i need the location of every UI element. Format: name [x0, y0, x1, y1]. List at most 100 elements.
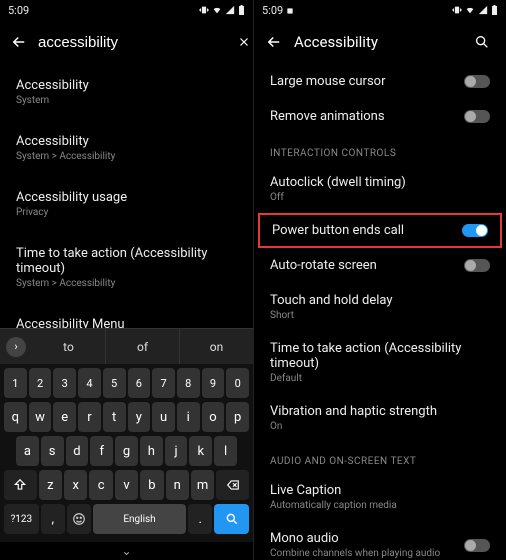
status-time: 5:09: [262, 4, 294, 17]
key-u[interactable]: u: [152, 402, 175, 432]
key-space[interactable]: English: [93, 504, 186, 534]
toggle-switch[interactable]: [464, 539, 490, 552]
keyboard: 1 2 3 4 5 6 7 8 9 0 q w e r t y u i o p …: [0, 364, 253, 542]
setting-power-button-ends-call[interactable]: Power button ends call: [258, 213, 502, 248]
suggestion[interactable]: on: [180, 329, 253, 365]
key-backspace[interactable]: [216, 470, 249, 500]
status-icons: [452, 5, 498, 15]
setting-subtitle: On: [270, 421, 490, 432]
search-icon: [225, 512, 239, 526]
key-e[interactable]: e: [53, 402, 76, 432]
emoji-icon: [72, 512, 86, 526]
key-r[interactable]: r: [78, 402, 101, 432]
setting-live-caption[interactable]: Live Caption Automatically caption media: [254, 473, 506, 521]
key-5[interactable]: 5: [103, 368, 126, 398]
setting-subtitle: Off: [270, 192, 490, 203]
search-icon: [474, 34, 490, 50]
toggle-switch[interactable]: [462, 224, 488, 237]
search-result[interactable]: Time to take action (Accessibility timeo…: [0, 232, 253, 303]
toggle-switch[interactable]: [464, 75, 490, 88]
key-w[interactable]: w: [29, 402, 52, 432]
setting-title: Auto-rotate screen: [270, 258, 464, 273]
setting-title: Large mouse cursor: [270, 74, 464, 89]
setting-large-mouse-cursor[interactable]: Large mouse cursor: [254, 64, 506, 99]
key-8[interactable]: 8: [177, 368, 200, 398]
search-button[interactable]: [468, 28, 496, 56]
setting-remove-animations[interactable]: Remove animations: [254, 99, 506, 134]
key-n[interactable]: n: [166, 470, 189, 500]
vibrate-icon: [199, 5, 209, 15]
status-bar: 5:09: [254, 0, 506, 20]
suggestion-expand-button[interactable]: ›: [0, 331, 32, 363]
result-subtitle: System > Accessibility: [16, 278, 237, 289]
setting-vibration-haptic[interactable]: Vibration and haptic strength On: [254, 394, 506, 442]
key-t[interactable]: t: [103, 402, 126, 432]
key-p[interactable]: p: [226, 402, 249, 432]
key-2[interactable]: 2: [29, 368, 52, 398]
setting-time-to-take-action[interactable]: Time to take action (Accessibility timeo…: [254, 331, 506, 394]
setting-touch-hold-delay[interactable]: Touch and hold delay Short: [254, 283, 506, 331]
screenshot-icon: [286, 7, 294, 15]
setting-title: Vibration and haptic strength: [270, 404, 490, 419]
search-input[interactable]: [38, 34, 237, 51]
key-comma[interactable]: ,: [41, 504, 65, 534]
key-i[interactable]: i: [177, 402, 200, 432]
key-l[interactable]: l: [214, 436, 237, 466]
toggle-switch[interactable]: [464, 259, 490, 272]
key-m[interactable]: m: [191, 470, 214, 500]
key-y[interactable]: y: [128, 402, 151, 432]
key-emoji[interactable]: [67, 504, 91, 534]
key-h[interactable]: h: [140, 436, 163, 466]
key-0[interactable]: 0: [226, 368, 249, 398]
key-b[interactable]: b: [140, 470, 163, 500]
status-time: 5:09: [8, 4, 29, 17]
section-header: INTERACTION CONTROLS: [254, 134, 506, 165]
clear-search-button[interactable]: [237, 28, 251, 56]
key-3[interactable]: 3: [53, 368, 76, 398]
key-x[interactable]: x: [64, 470, 87, 500]
key-1[interactable]: 1: [4, 368, 27, 398]
key-j[interactable]: j: [165, 436, 188, 466]
key-6[interactable]: 6: [128, 368, 151, 398]
setting-autoclick[interactable]: Autoclick (dwell timing) Off: [254, 165, 506, 213]
key-a[interactable]: a: [16, 436, 39, 466]
key-shift[interactable]: [4, 470, 37, 500]
suggestion[interactable]: to: [32, 329, 106, 365]
search-result[interactable]: Accessibility System > Accessibility: [0, 120, 253, 176]
key-4[interactable]: 4: [78, 368, 101, 398]
result-title: Accessibility: [16, 134, 237, 149]
search-result[interactable]: Accessibility Menu System > Accessibilit…: [0, 303, 253, 328]
setting-auto-rotate[interactable]: Auto-rotate screen: [254, 248, 506, 283]
search-result[interactable]: Accessibility System: [0, 64, 253, 120]
setting-mono-audio[interactable]: Mono audio Combine channels when playing…: [254, 521, 506, 560]
key-k[interactable]: k: [189, 436, 212, 466]
key-s[interactable]: s: [41, 436, 64, 466]
key-v[interactable]: v: [115, 470, 138, 500]
toggle-switch[interactable]: [464, 110, 490, 123]
search-result[interactable]: Accessibility usage Privacy: [0, 176, 253, 232]
key-9[interactable]: 9: [202, 368, 225, 398]
key-g[interactable]: g: [115, 436, 138, 466]
right-screen: 5:09 Accessibility Large mouse cursor Re…: [253, 0, 506, 560]
key-q[interactable]: q: [4, 402, 27, 432]
key-z[interactable]: z: [39, 470, 62, 500]
back-button[interactable]: [10, 32, 28, 52]
key-o[interactable]: o: [202, 402, 225, 432]
key-period[interactable]: .: [188, 504, 212, 534]
key-c[interactable]: c: [89, 470, 112, 500]
key-mode[interactable]: ?123: [4, 504, 39, 534]
key-search[interactable]: [214, 504, 249, 534]
result-subtitle: System: [16, 95, 237, 106]
battery-icon: [491, 5, 498, 15]
collapse-keyboard-icon[interactable]: ⌄: [121, 544, 131, 558]
key-d[interactable]: d: [66, 436, 89, 466]
result-subtitle: Privacy: [16, 207, 237, 218]
key-7[interactable]: 7: [152, 368, 175, 398]
back-button[interactable]: [264, 32, 284, 52]
setting-title: Live Caption: [270, 483, 490, 498]
key-f[interactable]: f: [90, 436, 113, 466]
setting-subtitle: Combine channels when playing audio: [270, 548, 464, 559]
status-bar: 5:09: [0, 0, 253, 20]
setting-title: Power button ends call: [272, 223, 462, 238]
suggestion[interactable]: of: [106, 329, 180, 365]
